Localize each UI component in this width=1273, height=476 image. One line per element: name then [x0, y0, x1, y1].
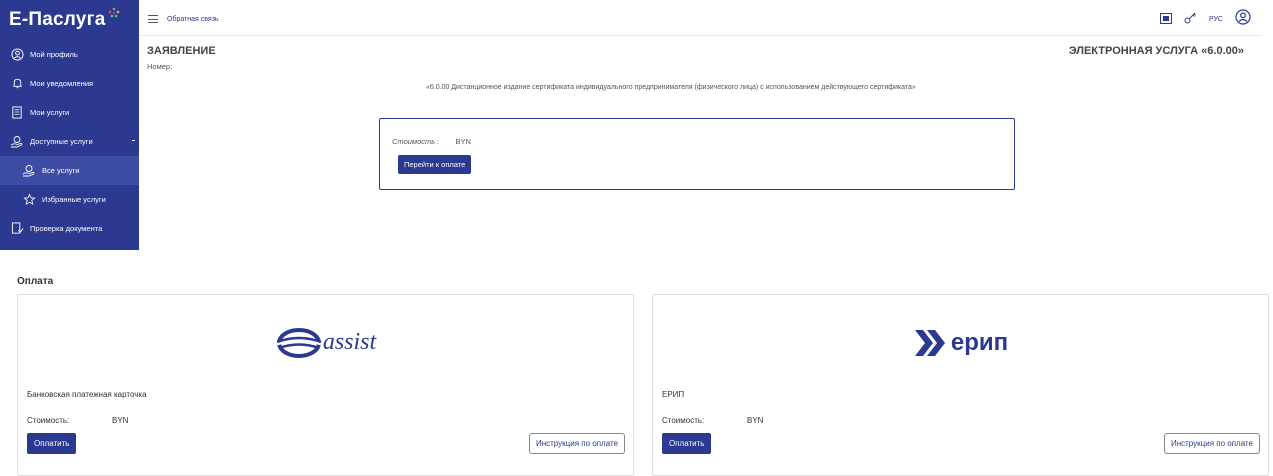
app-window: Е-Паслуга Мой профиль Мои уведомления Мо… — [0, 0, 1273, 250]
hand-service-icon — [22, 164, 36, 178]
double-chevron-icon — [914, 329, 945, 356]
cost-row: Стоимость : BYN — [392, 137, 471, 146]
pay-button[interactable]: Оплатить — [27, 433, 77, 454]
cost-currency: BYN — [747, 416, 764, 425]
payment-method-cost: Стоимость: BYN — [27, 416, 128, 425]
sidebar-item-label: Все услуги — [42, 166, 80, 175]
service-description: «6.0.00 Дистанционное издание сертификат… — [426, 84, 916, 91]
assist-logo: assist — [18, 295, 633, 390]
sidebar-item-all-services[interactable]: Все услуги — [0, 156, 139, 185]
sidebar: Е-Паслуга Мой профиль Мои уведомления Мо… — [0, 0, 139, 250]
collapse-icon[interactable] — [132, 140, 135, 141]
menu-icon[interactable] — [148, 15, 158, 26]
payment-method-name: ЕРИП — [662, 390, 685, 399]
top-bar: Обратная связь РУС — [139, 0, 1261, 36]
cost-label: Стоимость : — [392, 137, 440, 146]
document-check-icon — [10, 222, 24, 236]
sidebar-item-my-services[interactable]: Мои услуги — [0, 98, 139, 127]
sidebar-item-notifications[interactable]: Мои уведомления — [0, 69, 139, 98]
star-icon — [22, 193, 36, 207]
sidebar-item-available-services[interactable]: Доступные услуги — [0, 127, 139, 156]
cost-currency: BYN — [455, 137, 471, 146]
cost-label: Стоимость: — [662, 416, 705, 425]
hand-service-icon — [10, 135, 24, 149]
sidebar-item-label: Мои услуги — [30, 108, 70, 117]
payment-method-card-assist: assist Банковская платежная карточка Сто… — [17, 294, 634, 476]
sidebar-item-label: Мои уведомления — [30, 79, 94, 88]
cost-currency: BYN — [112, 416, 129, 425]
user-circle-icon — [10, 48, 24, 62]
brand-logo[interactable]: Е-Паслуга — [0, 0, 139, 40]
sidebar-item-label: Мой профиль — [30, 50, 78, 59]
assist-emblem-icon — [276, 327, 322, 358]
screen-icon[interactable] — [1159, 11, 1172, 29]
payment-method-card-erip: ерип ЕРИП Стоимость: BYN Оплатить Инстру… — [652, 294, 1269, 476]
payment-instruction-button[interactable]: Инструкция по оплате — [528, 433, 625, 454]
erip-logo: ерип — [653, 295, 1268, 390]
pay-button[interactable]: Оплатить — [662, 433, 712, 454]
bell-icon — [10, 77, 24, 91]
payment-method-name: Банковская платежная карточка — [27, 390, 147, 399]
erip-logo-text: ерип — [950, 328, 1009, 356]
sidebar-item-label: Избранные услуги — [42, 195, 106, 204]
sidebar-item-document-check[interactable]: Проверка документа — [0, 214, 139, 243]
top-icons: РУС — [1159, 9, 1251, 30]
payment-summary-card: Стоимость : BYN Перейти к оплате — [379, 118, 1015, 190]
payment-method-cost: Стоимость: BYN — [662, 416, 763, 425]
key-icon[interactable] — [1184, 11, 1197, 29]
go-to-payment-button[interactable]: Перейти к оплате — [398, 155, 472, 174]
feedback-link[interactable]: Обратная связь — [167, 16, 219, 23]
payment-section-title: Оплата — [17, 276, 54, 287]
assist-logo-text: assist — [322, 329, 377, 355]
service-version: ЭЛЕКТРОННАЯ УСЛУГА «6.0.00» — [1068, 45, 1244, 57]
brand-dots-icon — [108, 7, 120, 18]
cost-label: Стоимость: — [27, 416, 70, 425]
document-icon — [10, 106, 24, 120]
statement-number-label: Номер: — [147, 62, 173, 71]
statement-title: ЗАЯВЛЕНИЕ — [147, 45, 216, 57]
sidebar-item-label: Доступные услуги — [30, 137, 93, 146]
user-circle-icon[interactable] — [1235, 9, 1251, 30]
language-switch[interactable]: РУС — [1209, 16, 1223, 23]
payment-instruction-button[interactable]: Инструкция по оплате — [1163, 433, 1260, 454]
sidebar-item-profile[interactable]: Мой профиль — [0, 40, 139, 69]
brand-title: Е-Паслуга — [9, 9, 106, 30]
sidebar-item-label: Проверка документа — [30, 224, 103, 233]
sidebar-item-favorite-services[interactable]: Избранные услуги — [0, 185, 139, 214]
main-content: Обратная связь РУС ЗАЯВЛЕНИЕ Номер: ЭЛЕК… — [139, 0, 1273, 250]
